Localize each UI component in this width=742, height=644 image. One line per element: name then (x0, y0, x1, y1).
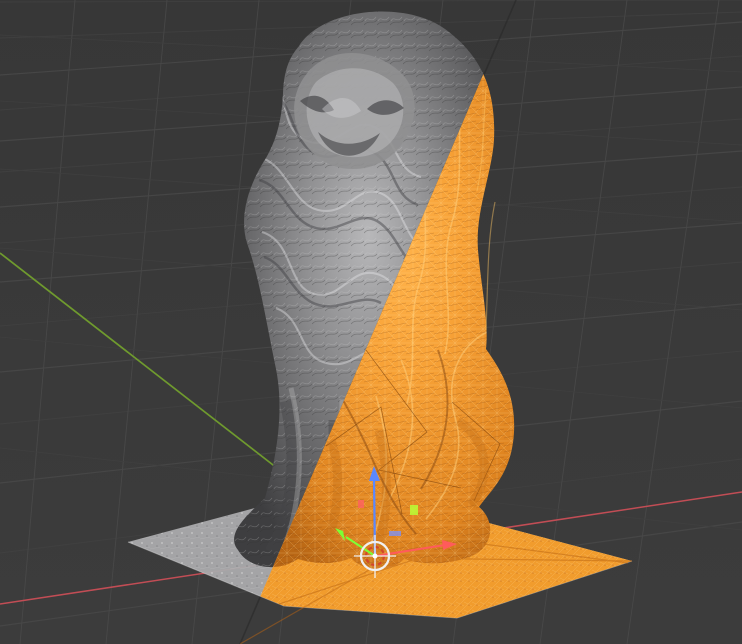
xz-plane-handle[interactable] (358, 500, 364, 508)
yz-plane-handle[interactable] (410, 505, 418, 515)
object-origin-point[interactable] (372, 553, 378, 559)
blender-3d-viewport[interactable] (0, 0, 742, 644)
xy-plane-handle[interactable] (389, 531, 401, 536)
3d-scene[interactable] (0, 0, 742, 644)
